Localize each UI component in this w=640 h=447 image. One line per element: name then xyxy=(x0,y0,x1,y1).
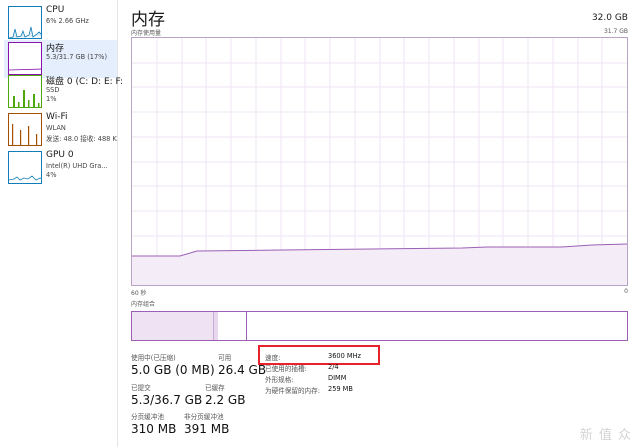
memory-composition-bar xyxy=(131,311,628,341)
sidebar-item-detail: 4% xyxy=(46,171,57,179)
stat-value: 310 MB xyxy=(131,422,177,436)
chart-max-label: 31.7 GB xyxy=(603,28,628,35)
stat-value: 391 MB xyxy=(184,422,230,436)
disk-thumbnail-graph xyxy=(8,75,42,108)
memory-thumbnail-graph xyxy=(8,42,42,75)
memory-usage-graph xyxy=(132,38,628,285)
chart-label: 内存使用量 xyxy=(131,30,162,37)
stat-value: 5.3/36.7 GB xyxy=(131,393,203,407)
sidebar-item-label: GPU 0 xyxy=(46,150,74,160)
stat-cached: 已缓存 2.2 GB xyxy=(205,382,245,407)
stat-committed: 已提交 5.3/36.7 GB xyxy=(131,382,202,407)
stat-label: 分页缓冲池 xyxy=(131,413,164,421)
stat-paged-pool: 分页缓冲池 310 MB xyxy=(131,411,176,436)
sidebar-item-cpu[interactable]: CPU 6% 2.66 GHz xyxy=(4,4,117,42)
sidebar-item-label: CPU xyxy=(46,5,65,15)
memory-panel: 内存 32.0 GB 内存使用量 31.7 GB 60 秒 0 内存组合 使用中… xyxy=(120,0,640,447)
sidebar-item-disk[interactable]: 磁盘 0 (C: D: E: F: SSD 1% xyxy=(4,73,123,111)
stat-value: 5.0 GB (0 MB) xyxy=(131,363,215,377)
detail-label: 外形规格: xyxy=(265,376,294,384)
sidebar-item-detail: SSD xyxy=(46,86,60,94)
in-use-segment xyxy=(132,312,214,340)
detail-value: 259 MB xyxy=(328,385,353,393)
memory-usage-chart xyxy=(131,37,628,286)
sidebar-item-detail: WLAN xyxy=(46,124,66,132)
standby-segment xyxy=(218,312,247,340)
detail-label: 速度: xyxy=(265,354,281,362)
detail-value: 2/4 xyxy=(328,363,339,371)
detail-value: 3600 MHz xyxy=(328,352,361,360)
time-axis-start: 60 秒 xyxy=(131,290,147,297)
composition-label: 内存组合 xyxy=(131,301,156,308)
detail-label: 已使用的插槽: xyxy=(265,365,307,373)
stat-label: 已缓存 xyxy=(205,384,225,392)
stat-in-use: 使用中(已压缩) 5.0 GB (0 MB) xyxy=(131,352,215,377)
sidebar-item-detail: 5.3/31.7 GB (17%) xyxy=(46,53,108,61)
gpu-thumbnail-graph xyxy=(8,151,42,184)
cpu-thumbnail-graph xyxy=(8,6,42,39)
stat-label: 已提交 xyxy=(131,384,151,392)
detail-value: DIMM xyxy=(328,374,347,382)
wifi-thumbnail-graph xyxy=(8,113,42,146)
sidebar-item-detail: 6% 2.66 GHz xyxy=(46,17,89,25)
total-memory: 32.0 GB xyxy=(591,13,628,23)
sidebar-item-detail: 1% xyxy=(46,95,57,103)
sidebar-item-gpu[interactable]: GPU 0 Intel(R) UHD Gra... 4% xyxy=(4,149,117,187)
detail-label: 为硬件保留的内存: xyxy=(265,387,320,395)
sidebar: CPU 6% 2.66 GHz 内存 5.3/31.7 GB (17%) 磁盘 … xyxy=(0,0,123,447)
sidebar-item-wifi[interactable]: Wi-Fi WLAN 发送: 48.0 接收: 488 K xyxy=(4,111,117,149)
sidebar-item-detail: 发送: 48.0 接收: 488 K xyxy=(46,135,117,143)
stat-value: 2.2 GB xyxy=(205,393,246,407)
stat-label: 使用中(已压缩) xyxy=(131,354,176,362)
watermark: 新 值 众 xyxy=(579,428,632,443)
stat-label: 非分页缓冲池 xyxy=(184,413,224,421)
time-axis-end: 0 xyxy=(624,288,628,295)
stat-nonpaged-pool: 非分页缓冲池 391 MB xyxy=(184,411,229,436)
stat-value: 26.4 GB xyxy=(218,363,267,377)
sidebar-item-label: Wi-Fi xyxy=(46,112,68,122)
page-title: 内存 xyxy=(131,10,165,30)
sidebar-item-detail: Intel(R) UHD Gra... xyxy=(46,162,108,170)
